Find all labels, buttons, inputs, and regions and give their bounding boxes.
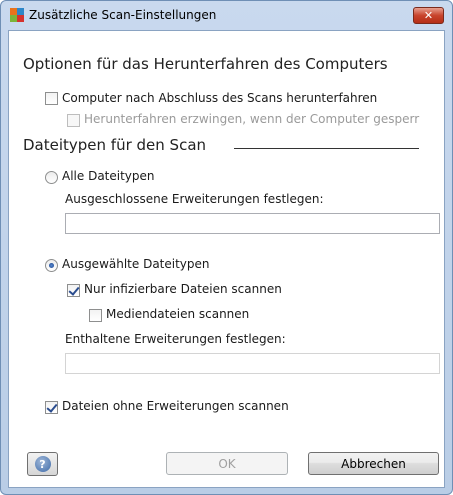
help-icon: ?	[34, 456, 51, 472]
media-files-label[interactable]: Mediendateien scannen	[106, 307, 249, 321]
selected-filetypes-radio[interactable]	[45, 259, 58, 272]
infectable-only-label[interactable]: Nur infizierbare Dateien scannen	[84, 282, 282, 296]
section-divider	[234, 148, 419, 149]
included-extensions-label: Enthaltene Erweiterungen festlegen:	[65, 332, 286, 346]
force-shutdown-checkbox[interactable]	[67, 114, 80, 127]
cancel-button[interactable]: Abbrechen	[308, 452, 439, 475]
no-extension-checkbox[interactable]	[45, 401, 58, 414]
help-button[interactable]: ?	[27, 452, 58, 476]
media-files-checkbox[interactable]	[89, 309, 102, 322]
all-filetypes-label[interactable]: Alle Dateitypen	[62, 169, 155, 183]
selected-filetypes-label[interactable]: Ausgewählte Dateitypen	[62, 257, 210, 271]
app-icon	[10, 8, 24, 22]
filetypes-heading: Dateitypen für den Scan	[23, 136, 207, 154]
excluded-extensions-field[interactable]	[66, 214, 439, 233]
close-button[interactable]: ✕	[413, 7, 444, 24]
no-extension-label[interactable]: Dateien ohne Erweiterungen scannen	[62, 399, 289, 413]
dialog-content: Optionen für das Herunterfahren des Comp…	[8, 30, 445, 488]
excluded-extensions-input[interactable]	[65, 213, 440, 234]
window-title: Zusätzliche Scan-Einstellungen	[29, 8, 217, 22]
shutdown-after-scan-label[interactable]: Computer nach Abschluss des Scans herunt…	[62, 91, 377, 105]
close-icon: ✕	[423, 9, 434, 22]
infectable-only-checkbox[interactable]	[67, 284, 80, 297]
force-shutdown-label: Herunterfahren erzwingen, wenn der Compu…	[84, 112, 420, 126]
included-extensions-field[interactable]	[66, 354, 439, 373]
shutdown-options-heading: Optionen für das Herunterfahren des Comp…	[23, 55, 388, 73]
all-filetypes-radio[interactable]	[45, 171, 58, 184]
ok-button[interactable]: OK	[166, 452, 288, 475]
shutdown-after-scan-checkbox[interactable]	[45, 92, 58, 105]
dialog-window: Zusätzliche Scan-Einstellungen ✕ Optione…	[0, 0, 453, 495]
excluded-extensions-label: Ausgeschlossene Erweiterungen festlegen:	[65, 192, 324, 206]
included-extensions-input[interactable]	[65, 353, 440, 374]
title-bar[interactable]: Zusätzliche Scan-Einstellungen ✕	[1, 1, 452, 29]
